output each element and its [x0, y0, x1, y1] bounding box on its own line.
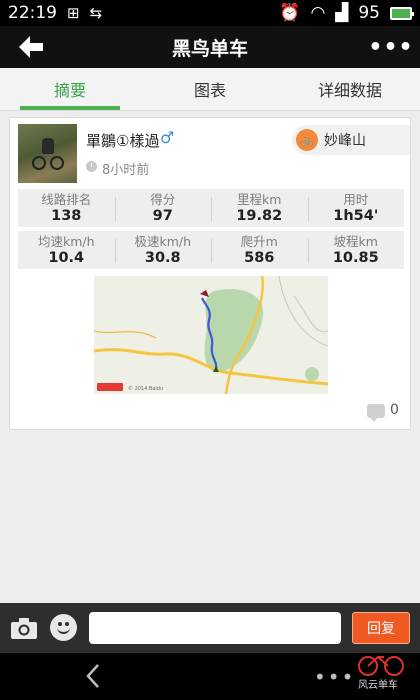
- stat-value: 19.82: [236, 207, 283, 224]
- watermark-text: 风云单车: [358, 680, 398, 691]
- nav-menu-icon[interactable]: •••: [314, 665, 355, 689]
- tab-chart[interactable]: 图表: [140, 68, 280, 110]
- stat-value: 10.4: [48, 249, 85, 266]
- place-label: 妙峰山: [324, 133, 366, 149]
- post-time: 8小时前: [102, 163, 150, 178]
- stat-distance: 里程km 19.82: [211, 189, 308, 227]
- stats-row-1: 线路排名 138 得分 97 里程km 19.82 用时 1h54': [18, 189, 404, 227]
- comment-icon[interactable]: [367, 404, 385, 422]
- map-park: [305, 367, 319, 381]
- battery-icon: [390, 6, 414, 20]
- username[interactable]: 單鶵①樣過: [86, 130, 159, 151]
- stat-value: 138: [51, 207, 82, 224]
- stat-value: 1h54': [333, 207, 379, 224]
- camera-icon: [11, 618, 37, 639]
- rider-figure: [42, 138, 54, 154]
- tab-summary[interactable]: 摘要: [0, 68, 140, 110]
- wifi-icon: ◠: [310, 3, 326, 23]
- back-button[interactable]: [14, 31, 48, 63]
- stat-value: 30.8: [144, 249, 181, 266]
- stat-label: 爬升m: [240, 233, 278, 249]
- tab-detailed-data[interactable]: 详细数据: [280, 68, 420, 110]
- signal-icon: ▟: [335, 3, 349, 23]
- map-copyright: © 2014 Baidu: [128, 385, 163, 392]
- avatar[interactable]: [18, 124, 77, 183]
- reply-bar: 回复: [0, 603, 420, 653]
- stat-slope-distance: 坡程km 10.85: [307, 231, 405, 269]
- chevron-left-icon: [86, 664, 99, 688]
- watermark: 风云单车: [352, 653, 412, 700]
- reply-button[interactable]: 回复: [352, 612, 410, 644]
- male-icon: ♂: [160, 128, 175, 147]
- more-options-button[interactable]: •••: [368, 32, 412, 62]
- ride-summary-card: 單鶵①樣過 ♂ 8小时前 🚲 妙峰山 线路排名 138 得分 97 里程km 1…: [9, 117, 411, 430]
- stat-score: 得分 97: [114, 189, 212, 227]
- smile-icon: [57, 627, 70, 634]
- map-canvas: © 2014 Baidu: [94, 276, 328, 394]
- stat-avg-speed: 均速km/h 10.4: [18, 231, 115, 269]
- stat-value: 97: [152, 207, 173, 224]
- stats-row-2: 均速km/h 10.4 极速km/h 30.8 爬升m 586 坡程km 10.…: [18, 231, 404, 269]
- title-bar: 黑鸟单车 •••: [0, 26, 420, 68]
- tab-bar: 摘要 图表 详细数据: [0, 68, 420, 111]
- stat-climb: 爬升m 586: [211, 231, 308, 269]
- gallery-icon: ⊞: [67, 4, 80, 22]
- status-time: 22:19: [8, 3, 57, 23]
- stat-label: 用时: [343, 191, 369, 207]
- stat-value: 10.85: [332, 249, 379, 266]
- stat-route-rank: 线路排名 138: [18, 189, 115, 227]
- stat-label: 得分: [150, 191, 176, 207]
- status-bar: 22:19 ⊞ ⇆ ⏰ ◠ ▟ 95: [0, 0, 420, 26]
- reply-input[interactable]: [89, 612, 341, 644]
- emoji-button[interactable]: [50, 614, 77, 641]
- stat-label: 极速km/h: [134, 233, 192, 249]
- bike-icon: 🚲: [296, 129, 318, 151]
- usb-icon: ⇆: [89, 4, 103, 22]
- more-dots-icon: •••: [368, 34, 414, 60]
- alarm-icon: ⏰: [279, 3, 301, 23]
- bike-wheel-front: [32, 156, 46, 170]
- route-place-button[interactable]: 🚲 妙峰山: [292, 125, 410, 155]
- clock-icon: [86, 161, 97, 172]
- stat-label: 坡程km: [333, 233, 378, 249]
- nav-back-button[interactable]: [78, 661, 108, 691]
- stat-label: 线路排名: [41, 191, 92, 207]
- bike-wheel-rear: [50, 156, 64, 170]
- stat-value: 586: [244, 249, 275, 266]
- page-title: 黑鸟单车: [171, 37, 248, 60]
- stat-duration: 用时 1h54': [307, 189, 405, 227]
- watermark-bike-logo: [358, 655, 404, 676]
- map-provider-logo: [97, 383, 123, 391]
- stat-label: 均速km/h: [37, 233, 95, 249]
- back-arrow-icon: [19, 36, 43, 58]
- battery-level: 95: [358, 3, 380, 23]
- camera-button[interactable]: [10, 615, 38, 641]
- stat-max-speed: 极速km/h 30.8: [114, 231, 212, 269]
- comment-count: 0: [390, 402, 399, 418]
- stat-label: 里程km: [237, 191, 282, 207]
- route-map[interactable]: © 2014 Baidu: [94, 276, 328, 394]
